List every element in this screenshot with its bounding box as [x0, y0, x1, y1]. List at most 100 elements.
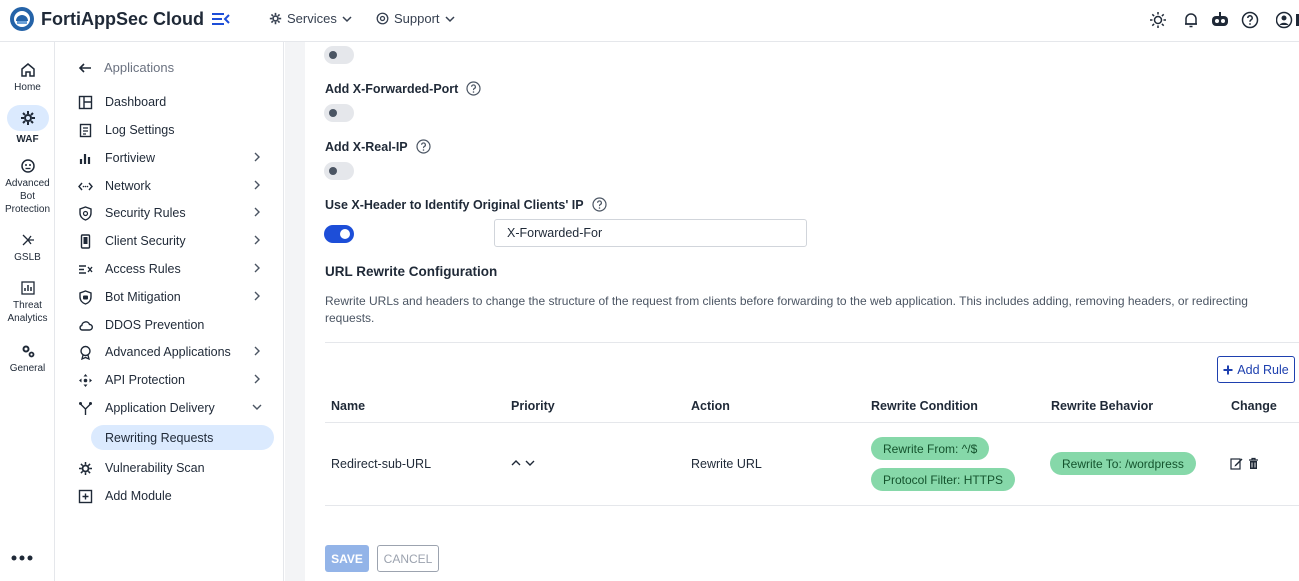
services-menu[interactable]: Services: [269, 11, 352, 26]
chevron-right-icon: [254, 152, 260, 162]
sidebar-item-log-settings[interactable]: Log Settings: [78, 119, 266, 141]
shield-icon: [79, 205, 92, 221]
sidebar-item-label: API Protection: [105, 373, 185, 387]
plus-square-icon: [78, 489, 93, 503]
sidebar-item-fortiview[interactable]: Fortiview: [78, 147, 266, 169]
back-arrow-icon: [78, 62, 91, 73]
sidebar-item-security-rules[interactable]: Security Rules: [78, 202, 266, 224]
rule-action: Rewrite URL: [691, 457, 762, 471]
sidebar-item-label: Dashboard: [105, 95, 167, 109]
rail-item-gslb[interactable]: GSLB: [0, 232, 55, 264]
toggle-knob: [329, 167, 337, 175]
support-menu[interactable]: Support: [376, 11, 455, 26]
edit-icon[interactable]: [1230, 457, 1243, 470]
more-dots-icon[interactable]: [11, 554, 33, 562]
chevron-right-icon: [254, 235, 260, 245]
add-rule-label: Add Rule: [1237, 362, 1289, 377]
sidebar-item-label: Application Delivery: [105, 401, 215, 415]
services-gear-icon: [269, 12, 282, 25]
x-header-toggle[interactable]: [324, 225, 354, 243]
api-move-icon: [79, 373, 92, 387]
top-bar: FortiAppSec Cloud Services Support: [0, 0, 1299, 42]
theme-sun-icon[interactable]: [1149, 11, 1167, 29]
table-header-divider: [325, 422, 1299, 423]
sidebar-item-label: Client Security: [105, 234, 186, 248]
sidebar-item-api-protection[interactable]: API Protection: [78, 369, 266, 391]
x-forwarded-port-toggle[interactable]: [324, 104, 354, 122]
chevron-right-icon: [254, 263, 260, 273]
x-header-name-input[interactable]: [494, 219, 807, 247]
support-icon: [376, 12, 389, 25]
plus-icon: [1223, 365, 1233, 374]
question-circle-icon[interactable]: [416, 139, 431, 154]
back-to-applications[interactable]: Applications: [78, 60, 174, 75]
x-real-ip-toggle[interactable]: [324, 162, 354, 180]
rail-item-threat-analytics[interactable]: Threat Analytics: [0, 280, 55, 325]
sidebar-item-bot-mitigation[interactable]: Bot Mitigation: [78, 286, 266, 308]
rail-label: Advanced Bot Protection: [4, 178, 51, 215]
support-label: Support: [394, 11, 440, 26]
bar-chart-icon: [79, 153, 91, 164]
rail-item-general[interactable]: General: [0, 343, 55, 375]
general-gear-icon: [22, 345, 34, 358]
add-rule-button[interactable]: Add Rule: [1217, 356, 1295, 383]
chevron-down-icon: [342, 15, 352, 22]
waf-gear-icon: [20, 111, 35, 125]
behavior-badge: Rewrite To: /wordpress: [1050, 452, 1196, 475]
sidebar-item-label: Bot Mitigation: [105, 290, 181, 304]
notification-bell-icon[interactable]: [1182, 11, 1200, 29]
scan-gear-icon: [79, 461, 92, 475]
user-account-icon[interactable]: [1276, 11, 1299, 29]
rail-item-waf[interactable]: WAF: [0, 105, 55, 146]
sidebar-item-label: Network: [105, 179, 151, 193]
condition-badge: Protocol Filter: HTTPS: [871, 468, 1016, 491]
sidebar-item-label: Log Settings: [105, 123, 175, 137]
chevron-down-icon: [445, 15, 455, 22]
toggle-knob: [329, 51, 337, 59]
sidebar-item-network[interactable]: Network: [78, 175, 266, 197]
collapse-menu-icon[interactable]: [212, 11, 230, 27]
sidebar-item-add-module[interactable]: Add Module: [78, 485, 266, 507]
help-icon[interactable]: [1241, 11, 1259, 29]
question-circle-icon[interactable]: [591, 197, 607, 212]
sidebar-item-application-delivery[interactable]: Application Delivery: [78, 397, 266, 419]
assistant-bot-icon[interactable]: [1210, 11, 1230, 29]
content-gutter: [285, 42, 305, 581]
dashboard-icon: [78, 95, 93, 109]
sidebar-item-ddos-prevention[interactable]: DDOS Prevention: [78, 314, 266, 336]
sidebar-item-vulnerability-scan[interactable]: Vulnerability Scan: [78, 457, 266, 479]
rail-item-advanced-bot-protection[interactable]: Advanced Bot Protection: [0, 158, 55, 216]
chevron-right-icon: [254, 207, 260, 217]
chevron-right-icon: [254, 346, 260, 356]
log-document-icon: [79, 123, 92, 137]
analytics-icon: [20, 281, 35, 295]
column-header-rewrite-behavior: Rewrite Behavior: [1051, 399, 1154, 413]
main-content: Add X-Forwarded-Port Add X-Real-IP Use X…: [285, 42, 1299, 581]
sidebar-item-access-rules[interactable]: Access Rules: [78, 258, 266, 280]
section-divider: [325, 342, 1299, 343]
sidebar-item-label: Advanced Applications: [105, 345, 231, 359]
trash-icon[interactable]: [1247, 457, 1260, 470]
chevron-up-icon[interactable]: [511, 458, 521, 468]
rail-item-home[interactable]: Home: [0, 62, 55, 94]
question-circle-icon[interactable]: [466, 81, 481, 96]
sidebar-item-label: Security Rules: [105, 206, 186, 220]
cloud-icon: [79, 320, 93, 331]
sidebar-item-label: Fortiview: [105, 151, 156, 165]
url-rewrite-description: Rewrite URLs and headers to change the s…: [325, 294, 1248, 325]
access-rules-icon: [79, 264, 93, 274]
chevron-down-icon[interactable]: [525, 458, 535, 468]
cancel-button[interactable]: CANCEL: [377, 545, 439, 572]
sidebar: Applications Dashboard Log Settings Fort…: [56, 42, 284, 581]
app-title: FortiAppSec Cloud: [41, 9, 204, 29]
sidebar-item-advanced-applications[interactable]: Advanced Applications: [78, 341, 266, 363]
rail-label: Threat Analytics: [7, 300, 48, 324]
sidebar-item-dashboard[interactable]: Dashboard: [78, 91, 266, 113]
save-button[interactable]: SAVE: [325, 545, 369, 572]
toggle-previous-option[interactable]: [324, 46, 354, 64]
rail-label: GSLB: [14, 252, 41, 263]
back-label: Applications: [104, 60, 175, 75]
sidebar-item-client-security[interactable]: Client Security: [78, 230, 266, 252]
sidebar-subitem-rewriting-requests[interactable]: Rewriting Requests: [91, 425, 274, 450]
chevron-right-icon: [254, 291, 260, 301]
